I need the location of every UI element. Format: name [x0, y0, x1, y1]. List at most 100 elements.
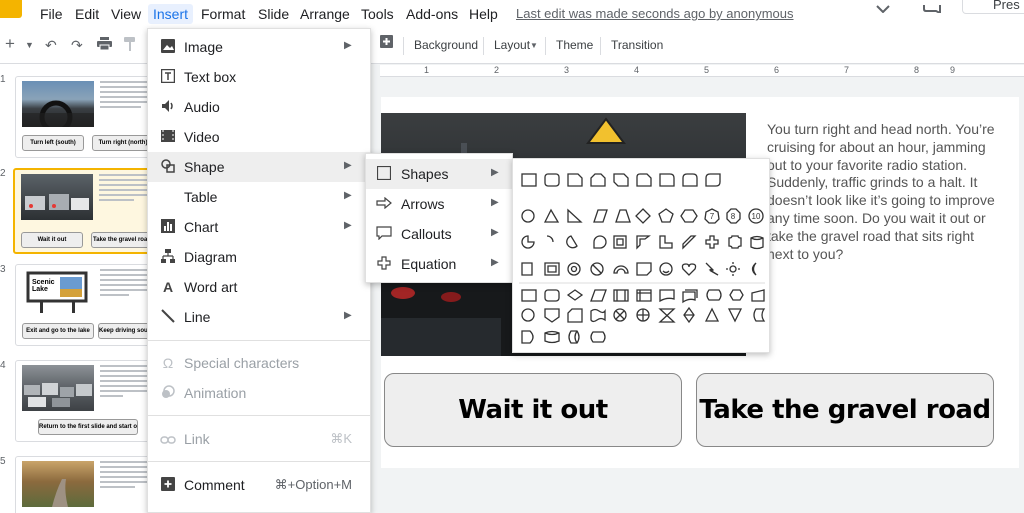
shape-rectangle [521, 173, 537, 187]
new-slide-icon[interactable]: + [5, 34, 15, 54]
submenu-item-callouts[interactable]: Callouts ▶ [366, 219, 512, 249]
menu-item-word-art[interactable]: A Word art [148, 272, 370, 302]
new-slide-dropdown-icon[interactable]: ▼ [25, 40, 34, 50]
transition-button[interactable]: Transition [611, 38, 663, 52]
slide-thumbnail-1[interactable]: Turn left (south) Turn right (north) [15, 76, 163, 158]
thumbnail-image: Scenic Lake [22, 269, 94, 315]
menu-item-label: Shape [184, 159, 225, 175]
present-button[interactable]: Pres [962, 0, 1024, 14]
submenu-item-arrows[interactable]: Arrows ▶ [366, 189, 512, 219]
shape-lightning-bolt [705, 262, 719, 276]
flowchart-alternate-process [544, 289, 560, 302]
print-icon[interactable] [97, 37, 112, 53]
menu-add-ons[interactable]: Add-ons [401, 4, 463, 24]
take-gravel-road-button[interactable]: Take the gravel road [696, 373, 994, 447]
last-edit-link[interactable]: Last edit was made seconds ago by anonym… [516, 6, 794, 21]
menu-slide[interactable]: Slide [253, 4, 294, 24]
menu-item-text-box[interactable]: Text box [148, 62, 370, 92]
slide-number: 2 [0, 168, 6, 179]
activity-icon[interactable] [876, 0, 890, 16]
shape-snip-corner-rectangle [567, 173, 583, 187]
slide-thumbnail-2[interactable]: Wait it out Take the gravel road [13, 168, 161, 254]
menu-item-shape[interactable]: Shape ▶ [148, 152, 370, 182]
story-text[interactable]: You turn right and head north. You’re cr… [767, 121, 997, 263]
menu-tools[interactable]: Tools [356, 4, 399, 24]
menu-item-video[interactable]: Video [148, 122, 370, 152]
menu-item-diagram[interactable]: Diagram [148, 242, 370, 272]
special-characters-icon: Ω [162, 355, 174, 371]
shape-smiley-face [659, 262, 673, 276]
menu-item-audio[interactable]: Audio [148, 92, 370, 122]
slide-filmstrip: 1 Turn left (south) Turn right (north) 2… [0, 64, 163, 513]
menu-item-table[interactable]: Table ▶ [148, 182, 370, 212]
slide-thumbnail-5[interactable] [15, 456, 163, 513]
slide-thumbnail-3[interactable]: Scenic Lake Exit and go to the lake Keep… [15, 264, 163, 346]
audio-icon [160, 99, 176, 116]
insert-image-toolbar-icon[interactable] [380, 35, 393, 51]
submenu-arrow-icon: ▶ [491, 167, 499, 178]
ruler-number: 1 [424, 65, 430, 75]
menu-item-image[interactable]: Image ▶ [148, 32, 370, 62]
slide-number: 1 [0, 74, 6, 85]
thumbnail-button: Return to the first slide and start over [38, 419, 138, 435]
slide-number: 3 [0, 264, 6, 275]
menu-item-comment[interactable]: Comment ⌘+Option+M [148, 470, 370, 500]
wait-it-out-button[interactable]: Wait it out [384, 373, 682, 447]
menu-insert[interactable]: Insert [148, 4, 194, 24]
undo-icon[interactable]: ↶ [45, 37, 57, 54]
menu-item-chart[interactable]: Chart ▶ [148, 212, 370, 242]
flowchart-delay [521, 330, 534, 344]
menu-view[interactable]: View [106, 4, 146, 24]
link-icon [160, 431, 176, 447]
submenu-item-equation[interactable]: Equation ▶ [366, 249, 512, 279]
layout-dropdown-icon[interactable]: ▼ [530, 41, 538, 50]
shape-snip-same-side-rectangle [590, 173, 606, 187]
chart-icon [160, 219, 176, 236]
flowchart-manual-input [751, 289, 765, 302]
menu-item-label: Audio [184, 99, 220, 115]
menu-format[interactable]: Format [196, 4, 250, 24]
menu-item-label: Special characters [184, 355, 300, 371]
diagram-icon [160, 249, 176, 266]
menu-help[interactable]: Help [464, 4, 503, 24]
layout-button[interactable]: Layout [494, 38, 530, 52]
menu-item-line[interactable]: Line ▶ [148, 302, 370, 332]
shape-right-triangle [567, 208, 583, 223]
shape-palette-grid[interactable]: 7 8 10 [513, 159, 771, 354]
slides-logo-icon[interactable] [0, 0, 22, 18]
menu-item-label: Link [184, 431, 210, 447]
flowchart-predefined-process [613, 289, 629, 302]
menu-item-label: Word art [184, 279, 238, 295]
shape-half-frame [636, 235, 651, 250]
submenu-item-shapes[interactable]: Shapes ▶ [366, 159, 512, 189]
shape-rounded-rectangle [544, 173, 560, 187]
menu-item-shortcut: ⌘+Option+M [274, 477, 352, 492]
comments-icon[interactable] [923, 0, 943, 16]
menu-item-label: Image [184, 39, 223, 55]
submenu-item-label: Callouts [401, 226, 452, 242]
flowchart-terminator [706, 289, 722, 301]
paint-format-icon[interactable] [124, 37, 137, 54]
menu-edit[interactable]: Edit [70, 4, 104, 24]
billboard-text: Scenic Lake [32, 279, 55, 293]
plus-icon [376, 256, 392, 273]
animation-icon [160, 385, 176, 402]
thumbnail-button: Exit and go to the lake [22, 323, 94, 339]
shape-block-arc [613, 265, 629, 274]
image-icon [160, 39, 176, 56]
theme-button[interactable]: Theme [556, 38, 593, 52]
background-button[interactable]: Background [414, 38, 478, 52]
submenu-item-label: Shapes [401, 166, 449, 182]
menu-item-label: Comment [184, 477, 245, 493]
menu-separator [148, 415, 370, 416]
shape-pentagon [658, 208, 674, 223]
shape-teardrop [593, 235, 607, 249]
shape-heart [681, 263, 697, 276]
menu-arrange[interactable]: Arrange [295, 4, 355, 24]
ruler-number: 2 [494, 65, 500, 75]
menu-file[interactable]: File [35, 4, 68, 24]
slide-thumbnail-4[interactable]: Return to the first slide and start over [15, 360, 163, 442]
submenu-arrow-icon: ▶ [344, 40, 352, 51]
shape-trapezoid [615, 209, 631, 223]
redo-icon[interactable]: ↷ [71, 37, 83, 54]
